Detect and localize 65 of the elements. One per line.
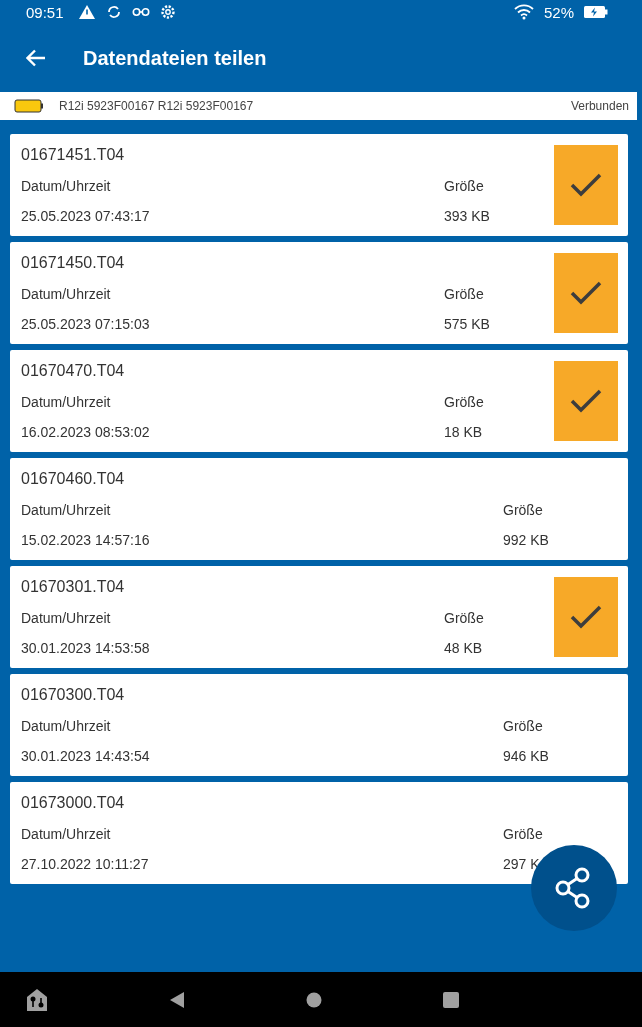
checkmark-icon: [569, 387, 603, 415]
size-label: Größe: [503, 502, 543, 518]
size-label: Größe: [503, 718, 543, 734]
file-name: 01670470.T04: [21, 362, 126, 380]
selected-checkbox[interactable]: [554, 145, 618, 225]
size-label: Größe: [444, 610, 484, 626]
back-icon[interactable]: [169, 990, 185, 1009]
date-label: Datum/Uhrzeit: [21, 826, 112, 842]
file-name: 01671451.T04: [21, 146, 126, 164]
file-name: 01670301.T04: [21, 578, 126, 596]
checkmark-icon: [569, 603, 603, 631]
date-label: Datum/Uhrzeit: [21, 718, 112, 734]
date-label: Datum/Uhrzeit: [21, 502, 112, 518]
checkmark-icon: [569, 279, 603, 307]
selected-checkbox[interactable]: [554, 361, 618, 441]
battery-percentage: 52%: [543, 3, 574, 21]
file-size: 946 KB: [503, 748, 549, 764]
home-icon[interactable]: [306, 991, 322, 1008]
file-name: 01673000.T04: [21, 794, 126, 812]
file-date: 27.10.2022 10:11:27: [21, 856, 150, 872]
checkmark-icon: [569, 171, 603, 199]
file-size: 575 KB: [444, 316, 490, 332]
recents-icon[interactable]: [443, 991, 459, 1008]
file-card[interactable]: 01670460.T04 Datum/Uhrzeit Größe 15.02.2023 14:57:16 992 KB: [10, 458, 628, 560]
sync-icon: [105, 4, 122, 20]
battery-level-icon: [14, 99, 44, 113]
file-card[interactable]: 01670300.T04 Datum/Uhrzeit Größe 30.01.2023 14:43:54 946 KB: [10, 674, 628, 776]
date-label: Datum/Uhrzeit: [21, 178, 112, 194]
file-card[interactable]: 01670301.T04 Datum/Uhrzeit Größe 30.01.2023 14:53:58 48 KB: [10, 566, 628, 668]
device-name: R12i 5923F00167 R12i 5923F00167: [59, 99, 254, 113]
back-arrow-icon[interactable]: [26, 49, 46, 67]
file-date: 16.02.2023 08:53:02: [21, 424, 151, 440]
file-date: 30.01.2023 14:53:58: [21, 640, 151, 656]
file-size: 48 KB: [444, 640, 483, 656]
file-date: 30.01.2023 14:43:54: [21, 748, 151, 764]
connection-status: Verbunden: [570, 99, 629, 113]
settings-icon: [159, 4, 176, 20]
battery-charging-icon: [584, 6, 608, 18]
file-card[interactable]: 01671451.T04 Datum/Uhrzeit Größe 25.05.2023 07:43:17 393 KB: [10, 134, 628, 236]
clock-time: 09:51: [26, 3, 64, 21]
screen-title: Datendateien teilen: [83, 46, 267, 70]
date-label: Datum/Uhrzeit: [21, 286, 112, 302]
file-name: 01670300.T04: [21, 686, 126, 704]
file-size: 18 KB: [444, 424, 483, 440]
wifi-icon: [513, 4, 534, 20]
size-label: Größe: [503, 826, 543, 842]
file-size: 393 KB: [444, 208, 490, 224]
file-size: 992 KB: [503, 532, 549, 548]
file-date: 25.05.2023 07:43:17: [21, 208, 151, 224]
file-date: 25.05.2023 07:15:03: [21, 316, 151, 332]
file-card[interactable]: 01670470.T04 Datum/Uhrzeit Größe 16.02.2023 08:53:02 18 KB: [10, 350, 628, 452]
date-label: Datum/Uhrzeit: [21, 610, 112, 626]
warning-icon: [77, 4, 96, 20]
size-label: Größe: [444, 394, 484, 410]
size-label: Größe: [444, 178, 484, 194]
selected-checkbox[interactable]: [554, 577, 618, 657]
file-card[interactable]: 01671450.T04 Datum/Uhrzeit Größe 25.05.2023 07:15:03 575 KB: [10, 242, 628, 344]
file-name: 01671450.T04: [21, 254, 126, 272]
date-label: Datum/Uhrzeit: [21, 394, 112, 410]
home-tools-icon[interactable]: [26, 987, 48, 1012]
size-label: Größe: [444, 286, 484, 302]
glasses-icon: [131, 7, 150, 17]
file-name: 01670460.T04: [21, 470, 126, 488]
selected-checkbox[interactable]: [554, 253, 618, 333]
file-date: 15.02.2023 14:57:16: [21, 532, 151, 548]
